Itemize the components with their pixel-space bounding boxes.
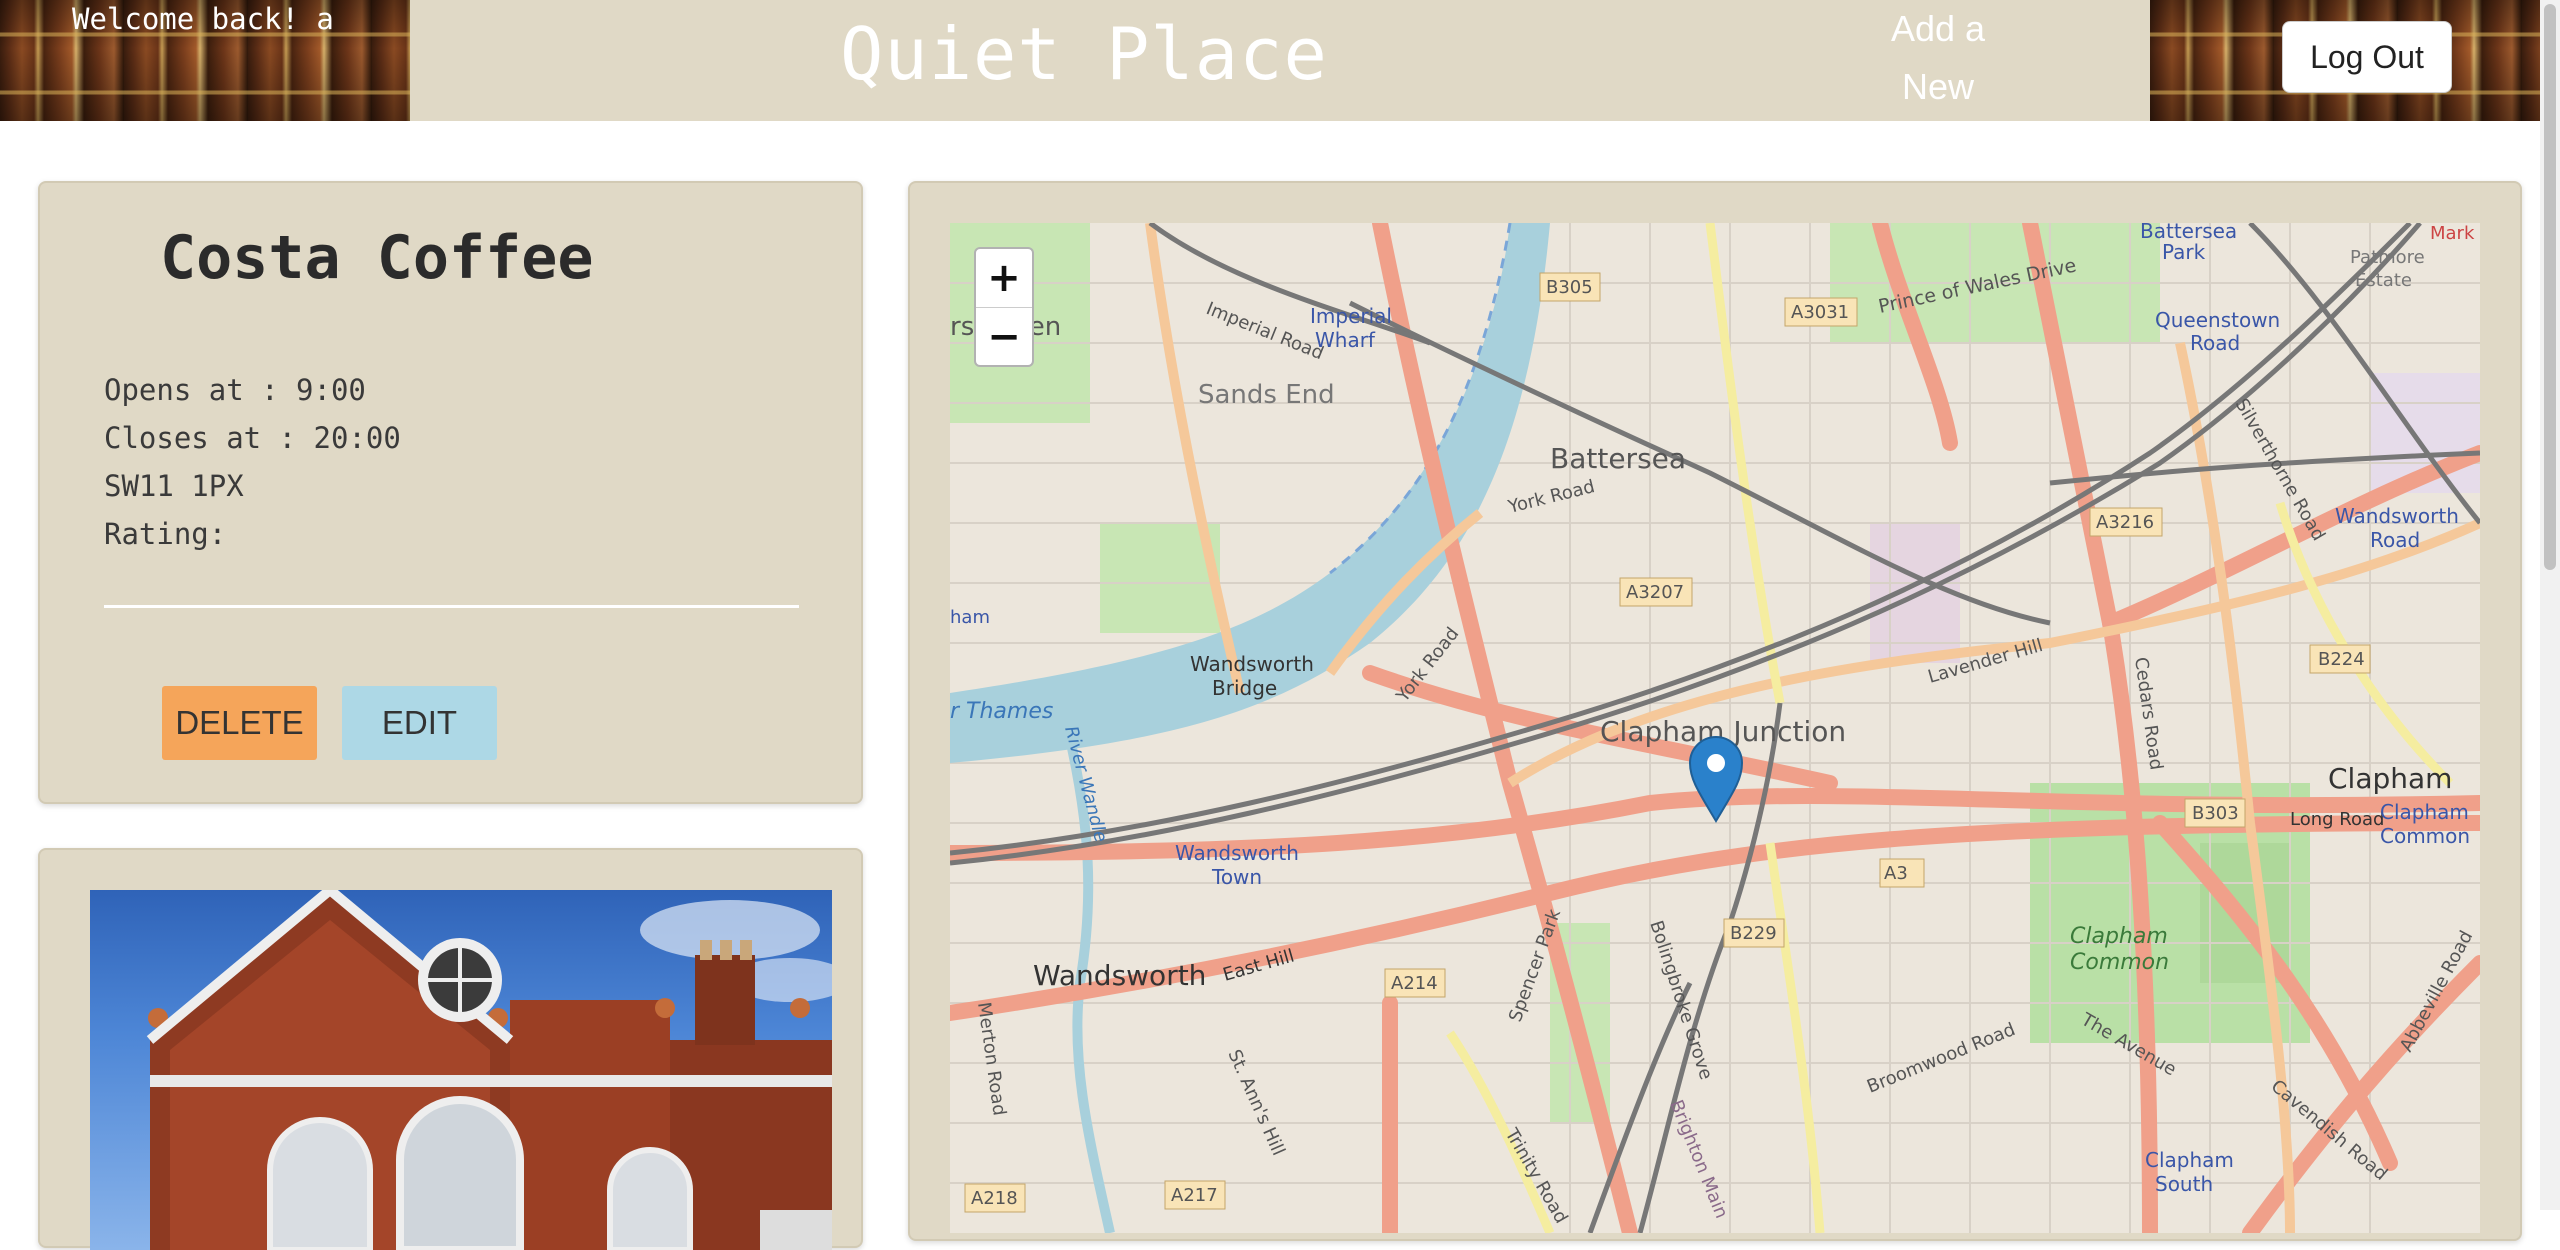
map-tiles[interactable]: rs Green Imperial Road Imperial Wharf Sa… bbox=[950, 223, 2480, 1233]
map-label: Sands End bbox=[1198, 380, 1335, 410]
map-label: Road bbox=[2190, 331, 2240, 355]
map-label: B229 bbox=[1730, 923, 1777, 944]
site-title[interactable]: Quiet Place bbox=[840, 12, 1328, 96]
welcome-message: Welcome back! a bbox=[72, 2, 334, 36]
map-label: Park bbox=[2162, 240, 2206, 264]
add-new-link[interactable]: Add a New bbox=[1868, 0, 2008, 116]
rating-label: Rating: bbox=[104, 517, 227, 551]
place-photo bbox=[90, 890, 832, 1250]
map-label: ham bbox=[950, 607, 990, 628]
map-label: Wandsworth bbox=[1175, 841, 1299, 865]
place-name: Costa Coffee bbox=[160, 223, 594, 293]
logout-button[interactable]: Log Out bbox=[2282, 21, 2452, 93]
add-new-line1[interactable]: Add a bbox=[1868, 0, 2008, 58]
map-label: Battersea bbox=[1550, 442, 1686, 475]
divider bbox=[104, 605, 799, 608]
map-label: Imperial bbox=[1310, 304, 1392, 328]
map-label: Mark bbox=[2430, 223, 2475, 244]
map-label: Wandsworth bbox=[2335, 504, 2459, 528]
map-label: Patmore bbox=[2350, 247, 2425, 268]
map-label: Wandsworth bbox=[1033, 959, 1206, 992]
place-details: Opens at : 9:00 Closes at : 20:00 SW11 1… bbox=[104, 366, 401, 558]
map-label: A3031 bbox=[1791, 302, 1849, 323]
map-label: A214 bbox=[1391, 973, 1438, 994]
map-label: B224 bbox=[2318, 649, 2365, 670]
map-card: rs Green Imperial Road Imperial Wharf Sa… bbox=[908, 181, 2522, 1241]
map-label: Clapham bbox=[2145, 1148, 2234, 1172]
map-label: A3207 bbox=[1626, 582, 1684, 603]
closing-time: Closes at : 20:00 bbox=[104, 421, 401, 455]
map-label: Wharf bbox=[1315, 328, 1376, 352]
opening-time: Opens at : 9:00 bbox=[104, 373, 366, 407]
map-label: Clapham bbox=[2328, 762, 2452, 795]
zoom-out-button[interactable]: − bbox=[976, 308, 1032, 366]
place-info-card: Costa Coffee Opens at : 9:00 Closes at :… bbox=[38, 181, 863, 804]
site-header: Welcome back! a Quiet Place Add a New Lo… bbox=[0, 0, 2560, 121]
map-label: A218 bbox=[971, 1188, 1018, 1209]
map-label: Town bbox=[1211, 865, 1262, 889]
map-label: Clapham bbox=[2380, 800, 2469, 824]
map-label: Road bbox=[2370, 528, 2420, 552]
map-label: Clapham bbox=[2070, 924, 2168, 949]
edit-button[interactable]: EDIT bbox=[342, 686, 497, 760]
building-photo-illustration bbox=[146, 890, 832, 1250]
map-label: South bbox=[2155, 1172, 2213, 1196]
add-new-line2[interactable]: New bbox=[1868, 58, 2008, 116]
place-photo-card bbox=[38, 848, 863, 1250]
map-label: Queenstown bbox=[2155, 308, 2280, 332]
map-label: B303 bbox=[2192, 803, 2239, 824]
delete-button[interactable]: DELETE bbox=[162, 686, 317, 760]
zoom-in-button[interactable]: + bbox=[976, 249, 1032, 308]
scrollbar-thumb[interactable] bbox=[2544, 4, 2556, 570]
map-view[interactable]: rs Green Imperial Road Imperial Wharf Sa… bbox=[950, 223, 2480, 1233]
map-label: r Thames bbox=[950, 699, 1053, 724]
zoom-controls: + − bbox=[974, 247, 1034, 367]
map-label: A3216 bbox=[2096, 512, 2154, 533]
map-label: Common bbox=[2380, 824, 2470, 848]
postcode: SW11 1PX bbox=[104, 469, 244, 503]
map-label: Bridge bbox=[1212, 676, 1277, 700]
map-label: A3 bbox=[1884, 863, 1908, 884]
map-label: Long Road bbox=[2290, 809, 2384, 830]
map-label: Wandsworth bbox=[1190, 652, 1314, 676]
map-label: B305 bbox=[1546, 277, 1593, 298]
map-label: Estate bbox=[2355, 270, 2412, 291]
map-label: A217 bbox=[1171, 1185, 1218, 1206]
map-label: Common bbox=[2070, 950, 2169, 975]
